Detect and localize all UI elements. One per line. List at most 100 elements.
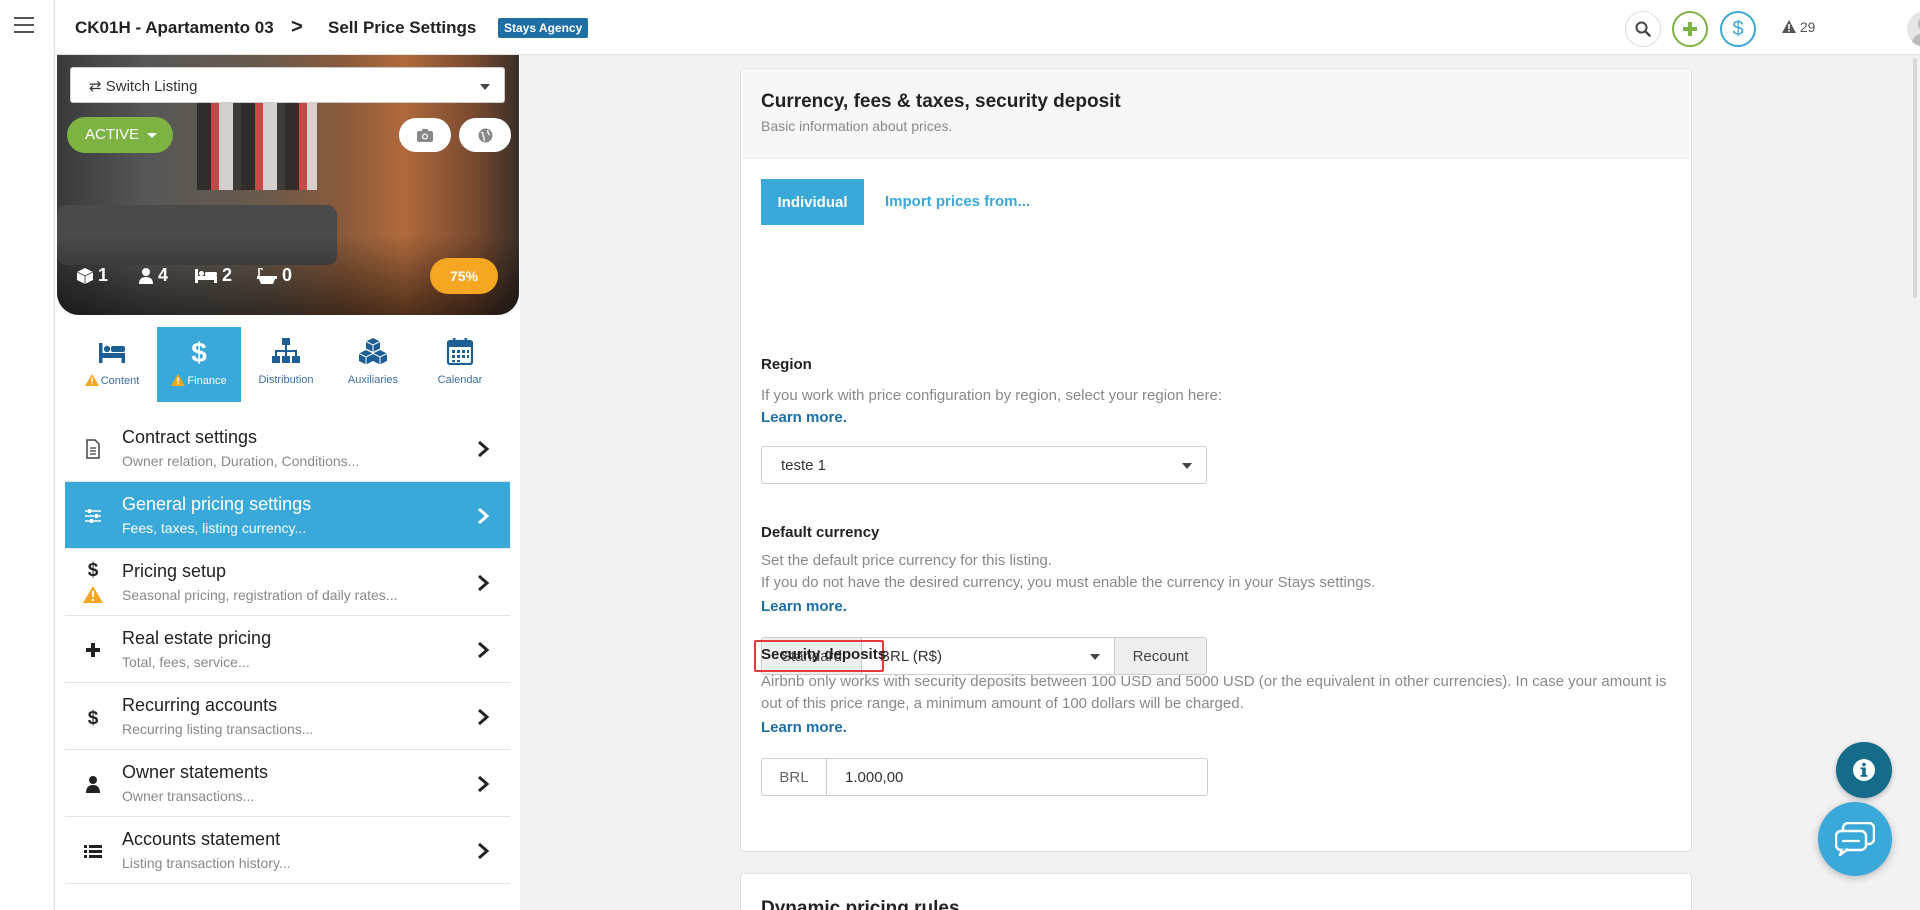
cubes-icon	[358, 338, 388, 365]
section-tabs: Content $ Finance Distribution Auxiliari…	[70, 327, 505, 402]
add-button[interactable]	[1672, 11, 1708, 47]
card-header: Currency, fees & taxes, security deposit…	[741, 69, 1691, 159]
finance-menu: Contract settings Owner relation, Durati…	[65, 415, 510, 884]
chevron-right-icon	[478, 507, 490, 525]
breadcrumb-listing[interactable]: CK01H - Apartamento 03	[75, 18, 274, 38]
chat-icon	[1835, 822, 1875, 856]
menu-recurring-accounts[interactable]: $ Recurring accounts Recurring listing t…	[65, 683, 510, 750]
status-dropdown[interactable]: ACTIVE	[67, 117, 173, 153]
tab-finance[interactable]: $ Finance	[157, 327, 241, 402]
left-rail	[0, 0, 55, 910]
tab-distribution[interactable]: Distribution	[244, 327, 328, 402]
svg-text:$: $	[88, 560, 99, 579]
dollar-icon: $	[88, 708, 99, 727]
import-prices-link[interactable]: Import prices from...	[885, 193, 1030, 210]
warning-icon	[171, 374, 186, 386]
svg-text:$: $	[88, 708, 99, 727]
menu-real-estate-pricing[interactable]: Real estate pricing Total, fees, service…	[65, 616, 510, 683]
completion-badge[interactable]: 75%	[430, 258, 498, 294]
chevron-right-icon	[478, 440, 490, 458]
currency-learn-more-link[interactable]: Learn more.	[761, 598, 847, 615]
currency-help-text-1: Set the default price currency for this …	[761, 552, 1052, 569]
top-bar: CK01H - Apartamento 03 > Sell Price Sett…	[55, 0, 1920, 55]
globe-icon	[478, 128, 492, 142]
region-learn-more-link[interactable]: Learn more.	[761, 409, 847, 426]
stat-units: 1	[77, 265, 108, 286]
security-deposits-label: Security deposits	[761, 646, 887, 663]
card-title: Currency, fees & taxes, security deposit	[761, 91, 1121, 112]
search-icon	[1635, 21, 1651, 37]
menu-general-pricing-settings[interactable]: General pricing settings Fees, taxes, li…	[65, 482, 510, 549]
bath-icon	[257, 267, 277, 284]
region-help-text: If you work with price configuration by …	[761, 387, 1223, 404]
document-icon	[86, 439, 100, 459]
user-icon	[86, 776, 100, 793]
chevron-right-icon	[478, 641, 490, 659]
chevron-right-icon	[478, 708, 490, 726]
tab-calendar[interactable]: Calendar	[418, 327, 502, 402]
menu-accounts-statement[interactable]: Accounts statement Listing transaction h…	[65, 817, 510, 884]
stat-baths: 0	[257, 265, 292, 286]
sitemap-icon	[272, 338, 300, 363]
menu-pricing-setup[interactable]: $ Pricing setup Seasonal pricing, regist…	[65, 549, 510, 616]
page-title: Sell Price Settings	[328, 18, 477, 37]
sliders-icon	[85, 509, 101, 523]
warning-icon	[1782, 20, 1796, 33]
menu-icon[interactable]	[14, 17, 34, 35]
switch-listing-dropdown[interactable]: ⇄ Switch Listing	[70, 67, 505, 103]
chevron-right-icon	[478, 574, 490, 592]
currency-select[interactable]: BRL (R$)	[862, 637, 1114, 675]
dollar-icon: $	[88, 560, 99, 579]
menu-contract-settings[interactable]: Contract settings Owner relation, Durati…	[65, 415, 510, 482]
recount-button[interactable]: Recount	[1114, 637, 1207, 675]
svg-text:$: $	[191, 337, 207, 365]
deposit-currency-addon: BRL	[761, 758, 827, 796]
warning-icon	[84, 374, 99, 386]
deposit-input-group: BRL	[761, 758, 1208, 796]
stat-beds: 2	[195, 265, 232, 286]
dollar-icon: $	[1732, 17, 1744, 40]
dynamic-pricing-title: Dynamic pricing rules	[761, 898, 960, 910]
default-currency-label: Default currency	[761, 524, 880, 541]
search-button[interactable]	[1625, 11, 1661, 47]
deposit-amount-input[interactable]	[827, 758, 1208, 796]
stat-guests: 4	[139, 265, 168, 286]
plus-icon	[1683, 22, 1697, 36]
dynamic-pricing-card: Dynamic pricing rules	[740, 873, 1692, 910]
tab-auxiliaries[interactable]: Auxiliaries	[331, 327, 415, 402]
agency-badge: Stays Agency	[498, 18, 589, 38]
pricing-settings-card: Currency, fees & taxes, security deposit…	[740, 68, 1692, 852]
list-icon	[84, 845, 102, 858]
menu-owner-statements[interactable]: Owner statements Owner transactions...	[65, 750, 510, 817]
individual-button[interactable]: Individual	[761, 179, 864, 225]
website-button[interactable]	[459, 118, 511, 152]
region-select[interactable]: teste 1	[761, 446, 1207, 484]
dollar-icon: $	[191, 337, 207, 365]
tab-content[interactable]: Content	[70, 327, 154, 402]
bed-icon	[195, 268, 217, 283]
breadcrumb-separator: >	[291, 16, 303, 38]
card-subtitle: Basic information about prices.	[761, 118, 953, 134]
chevron-right-icon	[478, 842, 490, 860]
chat-button[interactable]	[1818, 802, 1892, 876]
security-learn-more-link[interactable]: Learn more.	[761, 719, 847, 736]
page-scrollbar[interactable]	[1913, 58, 1917, 298]
avatar[interactable]	[1907, 11, 1920, 47]
camera-icon	[417, 128, 433, 142]
status-label: ACTIVE	[85, 126, 140, 143]
user-icon	[139, 267, 153, 284]
info-icon	[1853, 759, 1875, 781]
region-label: Region	[761, 356, 812, 373]
cube-icon	[77, 267, 93, 284]
chevron-right-icon	[478, 775, 490, 793]
bed-icon	[99, 343, 125, 363]
alerts-count: 29	[1799, 19, 1816, 35]
security-deposits-help-text: Airbnb only works with security deposits…	[761, 673, 1667, 712]
finance-button[interactable]: $	[1720, 11, 1756, 47]
info-button[interactable]	[1836, 742, 1892, 798]
warning-icon	[83, 586, 103, 603]
alerts-button[interactable]: 29	[1782, 19, 1815, 35]
photos-button[interactable]	[399, 118, 451, 152]
currency-help-text-2: If you do not have the desired currency,…	[761, 574, 1376, 591]
calendar-icon	[446, 338, 474, 365]
